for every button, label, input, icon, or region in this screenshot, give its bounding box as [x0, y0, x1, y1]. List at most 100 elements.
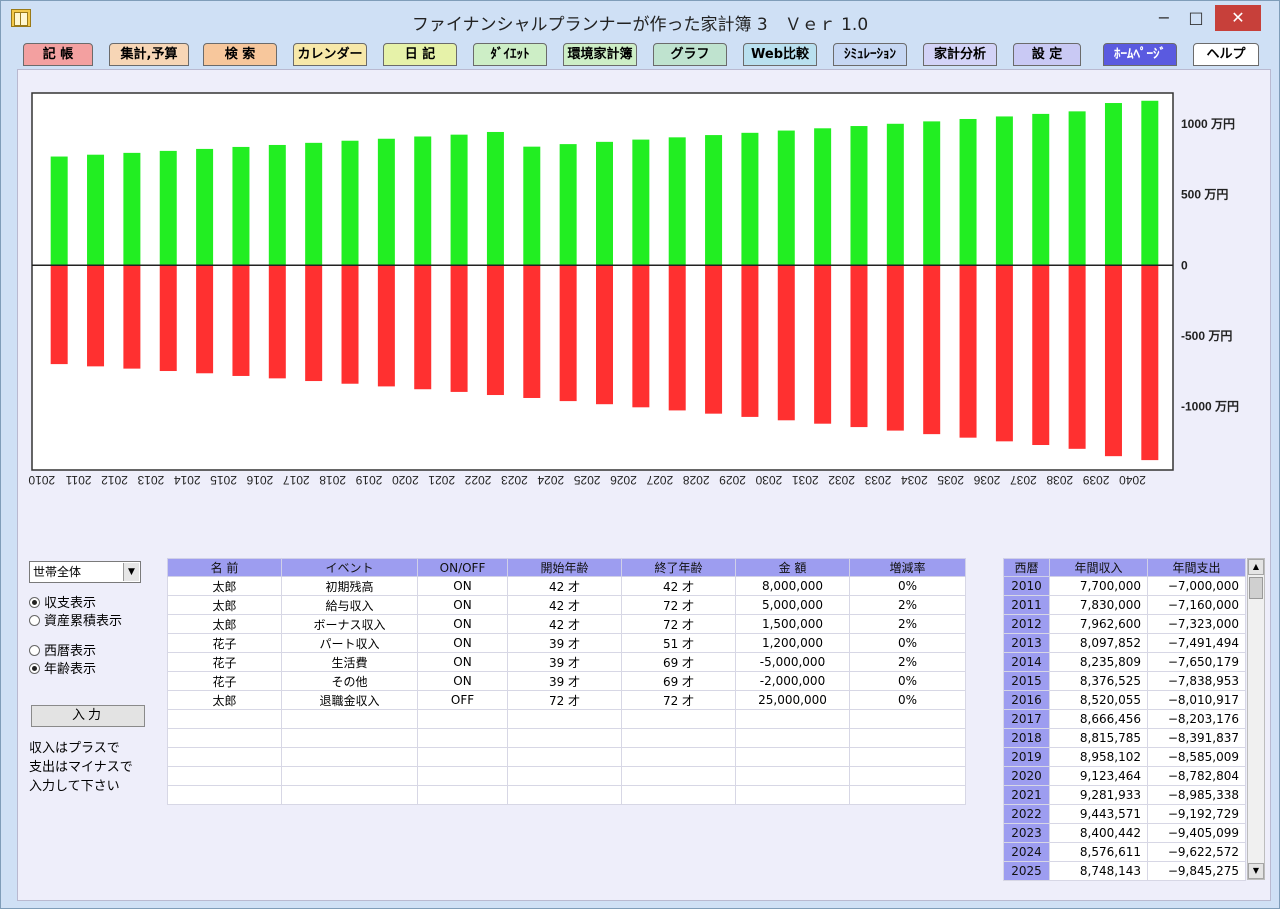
events-cell[interactable] [417, 785, 508, 805]
events-cell[interactable] [417, 747, 508, 767]
events-cell[interactable]: 2% [849, 652, 966, 672]
table-row[interactable]: 太郎 給与収入 ON 42 才 72 才 5,000,000 2% [167, 595, 966, 615]
menu-tab-7[interactable]: グラフ [653, 43, 727, 66]
events-cell[interactable]: ON [417, 671, 508, 691]
events-cell[interactable]: その他 [281, 671, 418, 691]
events-cell[interactable] [849, 747, 966, 767]
events-cell[interactable] [507, 728, 622, 748]
events-cell[interactable]: 生活費 [281, 652, 418, 672]
table-row[interactable]: 太郎 ボーナス収入 ON 42 才 72 才 1,500,000 2% [167, 614, 966, 634]
events-cell[interactable]: 花子 [167, 633, 282, 653]
minimize-button[interactable]: − [1151, 5, 1177, 31]
table-row[interactable] [167, 747, 966, 767]
events-cell[interactable] [735, 785, 850, 805]
events-cell[interactable]: ON [417, 652, 508, 672]
events-cell[interactable]: 0% [849, 633, 966, 653]
events-cell[interactable] [281, 747, 418, 767]
events-cell[interactable]: 1,500,000 [735, 614, 850, 634]
menu-tab-13[interactable]: ヘルプ [1193, 43, 1259, 66]
events-cell[interactable]: 2% [849, 595, 966, 615]
table-row[interactable]: 花子 パート収入 ON 39 才 51 才 1,200,000 0% [167, 633, 966, 653]
scroll-up-icon[interactable]: ▲ [1248, 559, 1264, 575]
events-cell[interactable]: 太郎 [167, 690, 282, 710]
radio-year-dot[interactable] [29, 645, 40, 656]
radio-asset[interactable]: 資産累積表示 [29, 613, 122, 631]
events-cell[interactable] [621, 766, 736, 786]
events-cell[interactable] [281, 709, 418, 729]
table-row[interactable] [167, 766, 966, 786]
events-cell[interactable]: 69 才 [621, 652, 736, 672]
events-cell[interactable]: 69 才 [621, 671, 736, 691]
events-cell[interactable]: -5,000,000 [735, 652, 850, 672]
events-cell[interactable]: 太郎 [167, 576, 282, 596]
events-cell[interactable] [621, 747, 736, 767]
menu-tab-2[interactable]: 検 索 [203, 43, 277, 66]
radio-balance-dot[interactable] [29, 597, 40, 608]
events-cell[interactable]: 39 才 [507, 652, 622, 672]
radio-asset-dot[interactable] [29, 615, 40, 626]
scope-select[interactable]: 世帯全体 ▼ [29, 561, 141, 583]
events-cell[interactable]: 42 才 [507, 576, 622, 596]
events-cell[interactable]: ON [417, 576, 508, 596]
events-cell[interactable] [621, 728, 736, 748]
events-cell[interactable]: 花子 [167, 671, 282, 691]
events-cell[interactable]: 太郎 [167, 614, 282, 634]
events-cell[interactable]: ON [417, 614, 508, 634]
close-button[interactable]: ✕ [1215, 5, 1261, 31]
events-cell[interactable] [849, 728, 966, 748]
menu-tab-12[interactable]: ﾎｰﾑﾍﾟｰｼﾞ [1103, 43, 1177, 66]
events-cell[interactable]: 0% [849, 671, 966, 691]
events-cell[interactable]: 39 才 [507, 671, 622, 691]
menu-tab-3[interactable]: カレンダー [293, 43, 367, 66]
events-cell[interactable]: 25,000,000 [735, 690, 850, 710]
table-row[interactable] [167, 728, 966, 748]
menu-tab-9[interactable]: ｼﾐｭﾚｰｼｮﾝ [833, 43, 907, 66]
table-row[interactable] [167, 709, 966, 729]
events-cell[interactable]: パート収入 [281, 633, 418, 653]
events-cell[interactable] [167, 728, 282, 748]
events-cell[interactable]: 42 才 [507, 614, 622, 634]
events-cell[interactable]: 2% [849, 614, 966, 634]
events-cell[interactable] [621, 709, 736, 729]
events-cell[interactable] [621, 785, 736, 805]
events-cell[interactable] [281, 785, 418, 805]
scroll-thumb[interactable] [1249, 577, 1263, 599]
events-cell[interactable] [507, 785, 622, 805]
events-cell[interactable]: 花子 [167, 652, 282, 672]
events-cell[interactable]: 8,000,000 [735, 576, 850, 596]
events-cell[interactable]: 0% [849, 690, 966, 710]
events-cell[interactable] [167, 747, 282, 767]
events-cell[interactable] [507, 766, 622, 786]
table-row[interactable]: 花子 生活費 ON 39 才 69 才 -5,000,000 2% [167, 652, 966, 672]
radio-age-dot[interactable] [29, 663, 40, 674]
events-cell[interactable] [735, 728, 850, 748]
table-row[interactable] [167, 785, 966, 805]
events-cell[interactable]: 51 才 [621, 633, 736, 653]
input-button[interactable]: 入力 [31, 705, 145, 727]
menu-tab-5[interactable]: ﾀﾞｲｴｯﾄ [473, 43, 547, 66]
events-cell[interactable]: OFF [417, 690, 508, 710]
events-cell[interactable]: 72 才 [621, 614, 736, 634]
menu-tab-0[interactable]: 記 帳 [23, 43, 93, 66]
events-cell[interactable] [849, 709, 966, 729]
events-cell[interactable]: 72 才 [507, 690, 622, 710]
events-cell[interactable]: ON [417, 633, 508, 653]
menu-tab-8[interactable]: Web比較 [743, 43, 817, 66]
table-row[interactable]: 花子 その他 ON 39 才 69 才 -2,000,000 0% [167, 671, 966, 691]
menu-tab-6[interactable]: 環境家計簿 [563, 43, 637, 66]
events-cell[interactable]: 退職金収入 [281, 690, 418, 710]
events-cell[interactable]: 5,000,000 [735, 595, 850, 615]
events-cell[interactable] [417, 728, 508, 748]
chevron-down-icon[interactable]: ▼ [123, 563, 139, 581]
events-cell[interactable] [735, 747, 850, 767]
events-cell[interactable]: 72 才 [621, 595, 736, 615]
menu-tab-4[interactable]: 日 記 [383, 43, 457, 66]
events-cell[interactable]: 1,200,000 [735, 633, 850, 653]
events-cell[interactable] [507, 709, 622, 729]
radio-age[interactable]: 年齢表示 [29, 661, 96, 679]
events-cell[interactable] [735, 766, 850, 786]
events-cell[interactable]: 42 才 [621, 576, 736, 596]
events-cell[interactable] [167, 766, 282, 786]
events-cell[interactable]: -2,000,000 [735, 671, 850, 691]
events-cell[interactable]: ON [417, 595, 508, 615]
